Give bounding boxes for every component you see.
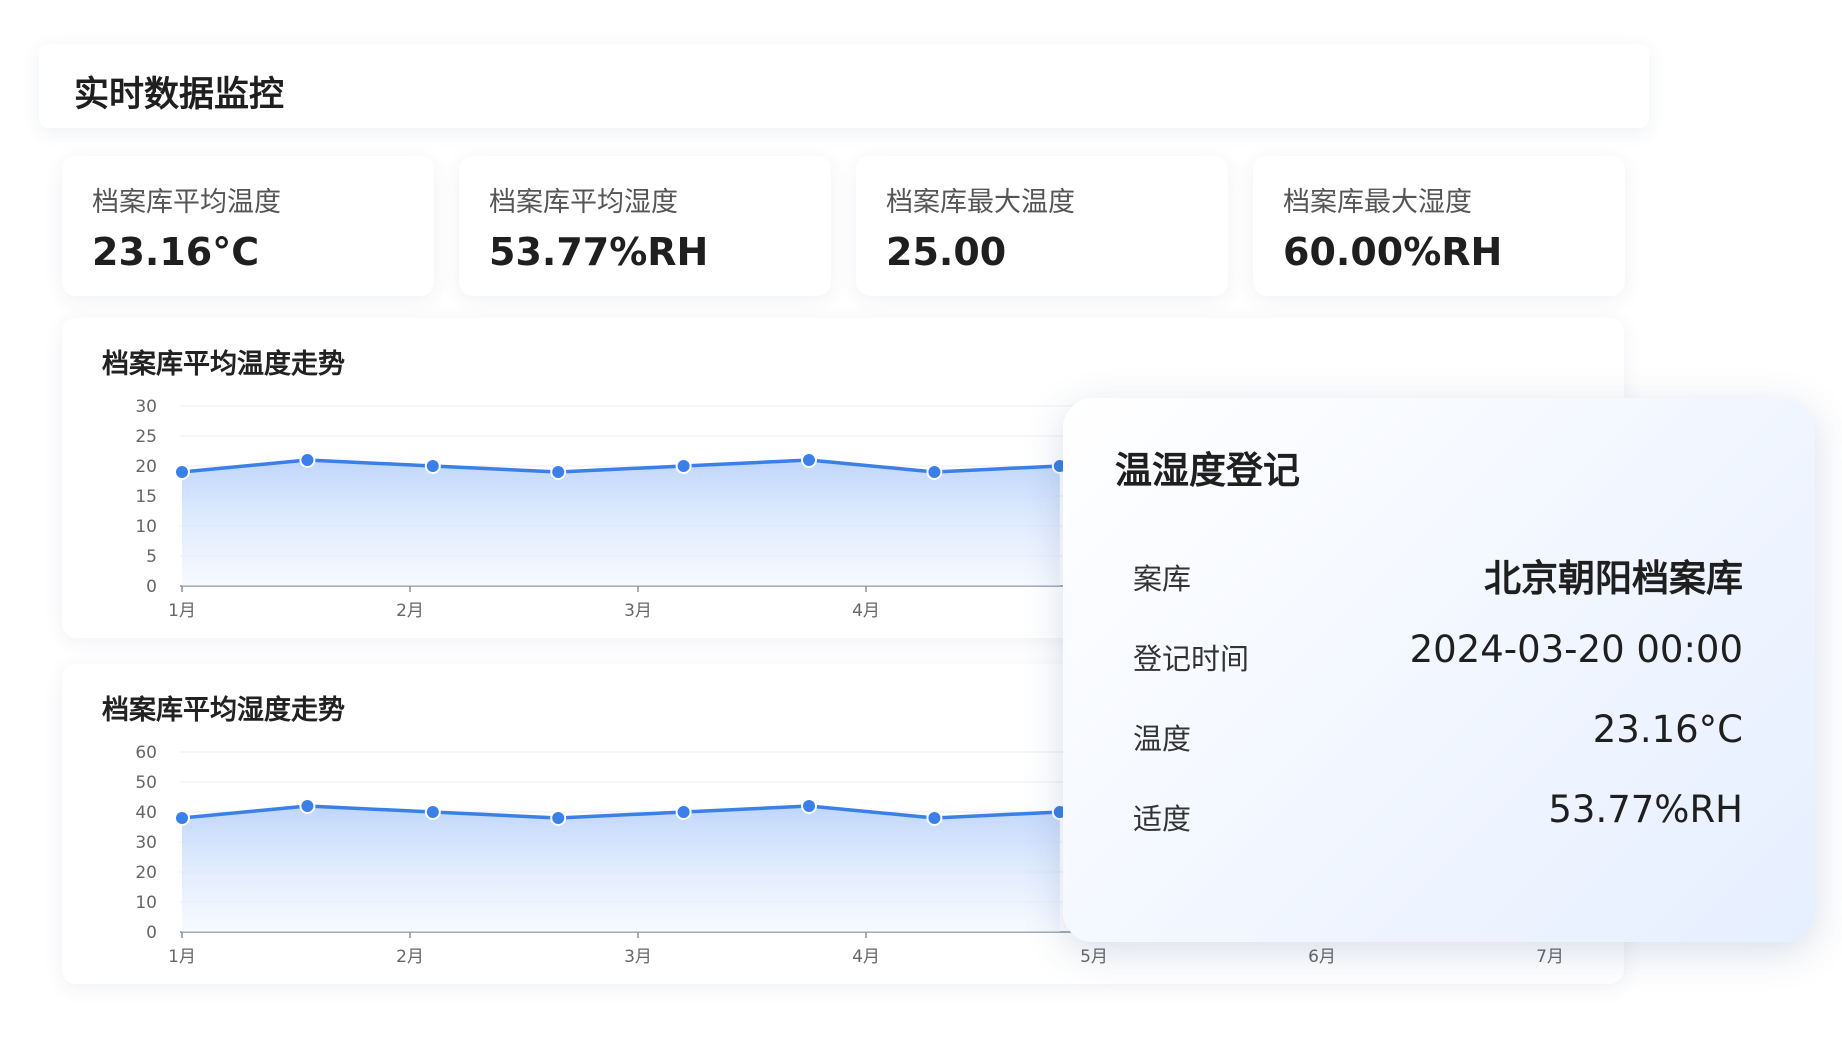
stat-card-max-humidity: 档案库最大湿度 60.00%RH xyxy=(1253,156,1625,296)
stat-label: 档案库平均温度 xyxy=(92,187,281,218)
popup-row-time: 登记时间 2024-03-20 00:00 xyxy=(1133,628,1743,678)
y-tick-label: 5 xyxy=(146,547,157,567)
y-tick-label: 25 xyxy=(135,427,157,447)
series-area xyxy=(182,460,1060,586)
series-area xyxy=(182,806,1060,932)
data-point xyxy=(550,810,567,826)
y-tick-label: 30 xyxy=(135,397,157,417)
x-tick-label: 2月 xyxy=(396,947,424,967)
y-tick-label: 20 xyxy=(135,457,157,477)
popup-label: 温度 xyxy=(1133,722,1192,756)
x-tick-label: 5月 xyxy=(1080,947,1108,967)
x-tick-label: 4月 xyxy=(852,601,880,621)
data-point xyxy=(801,452,817,468)
popup-label: 适度 xyxy=(1133,802,1192,836)
y-tick-label: 20 xyxy=(135,863,157,883)
y-tick-label: 60 xyxy=(135,743,157,763)
stat-card-max-temperature: 档案库最大温度 25.00 xyxy=(856,156,1228,296)
data-point xyxy=(299,798,316,814)
data-point xyxy=(675,458,692,474)
data-point xyxy=(675,804,692,820)
x-tick-label: 2月 xyxy=(396,601,424,621)
popup-value: 23.16°C xyxy=(1592,708,1743,751)
x-tick-label: 1月 xyxy=(168,947,196,967)
data-point xyxy=(550,464,567,480)
stat-label: 档案库平均湿度 xyxy=(489,187,678,218)
stat-value: 60.00%RH xyxy=(1283,230,1503,274)
data-point xyxy=(424,804,441,820)
stat-value: 25.00 xyxy=(886,230,1007,274)
stat-value: 23.16°C xyxy=(92,230,260,274)
popup-row-archive: 案库 北京朝阳档案库 xyxy=(1133,548,1743,600)
header-bar: 实时数据监控 xyxy=(39,44,1649,128)
stat-label: 档案库最大温度 xyxy=(886,187,1075,218)
x-tick-label: 7月 xyxy=(1536,947,1564,967)
x-tick-label: 6月 xyxy=(1308,947,1336,967)
data-point xyxy=(926,464,943,480)
y-tick-label: 15 xyxy=(135,487,157,507)
data-point xyxy=(299,452,316,468)
data-point xyxy=(174,464,190,480)
popup-title: 温湿度登记 xyxy=(1115,449,1300,492)
y-tick-label: 40 xyxy=(135,803,157,823)
y-tick-label: 10 xyxy=(135,893,157,913)
y-tick-label: 50 xyxy=(135,773,157,793)
x-tick-label: 3月 xyxy=(624,601,652,621)
popup-value: 2024-03-20 00:00 xyxy=(1409,628,1743,671)
popup-value: 北京朝阳档案库 xyxy=(1484,557,1743,600)
registration-popup: 温湿度登记 案库 北京朝阳档案库 登记时间 2024-03-20 00:00 温… xyxy=(1063,398,1815,942)
x-tick-label: 4月 xyxy=(852,947,880,967)
popup-row-humidity: 适度 53.77%RH xyxy=(1133,788,1743,838)
popup-value: 53.77%RH xyxy=(1548,788,1743,831)
stat-value: 53.77%RH xyxy=(489,230,709,274)
page-title: 实时数据监控 xyxy=(74,75,285,115)
x-tick-label: 3月 xyxy=(624,947,652,967)
stat-card-avg-temperature: 档案库平均温度 23.16°C xyxy=(62,156,434,296)
stat-card-avg-humidity: 档案库平均湿度 53.77%RH xyxy=(459,156,831,296)
popup-row-temperature: 温度 23.16°C xyxy=(1133,708,1743,758)
data-point xyxy=(174,810,190,826)
y-tick-label: 30 xyxy=(135,833,157,853)
popup-label: 案库 xyxy=(1133,562,1192,596)
x-tick-label: 1月 xyxy=(168,601,196,621)
data-point xyxy=(926,810,943,826)
y-tick-label: 10 xyxy=(135,517,157,537)
y-tick-label: 0 xyxy=(146,577,157,597)
data-point xyxy=(801,798,817,814)
y-tick-label: 0 xyxy=(146,923,157,943)
data-point xyxy=(424,458,441,474)
stat-label: 档案库最大湿度 xyxy=(1283,187,1472,218)
popup-label: 登记时间 xyxy=(1133,642,1250,676)
